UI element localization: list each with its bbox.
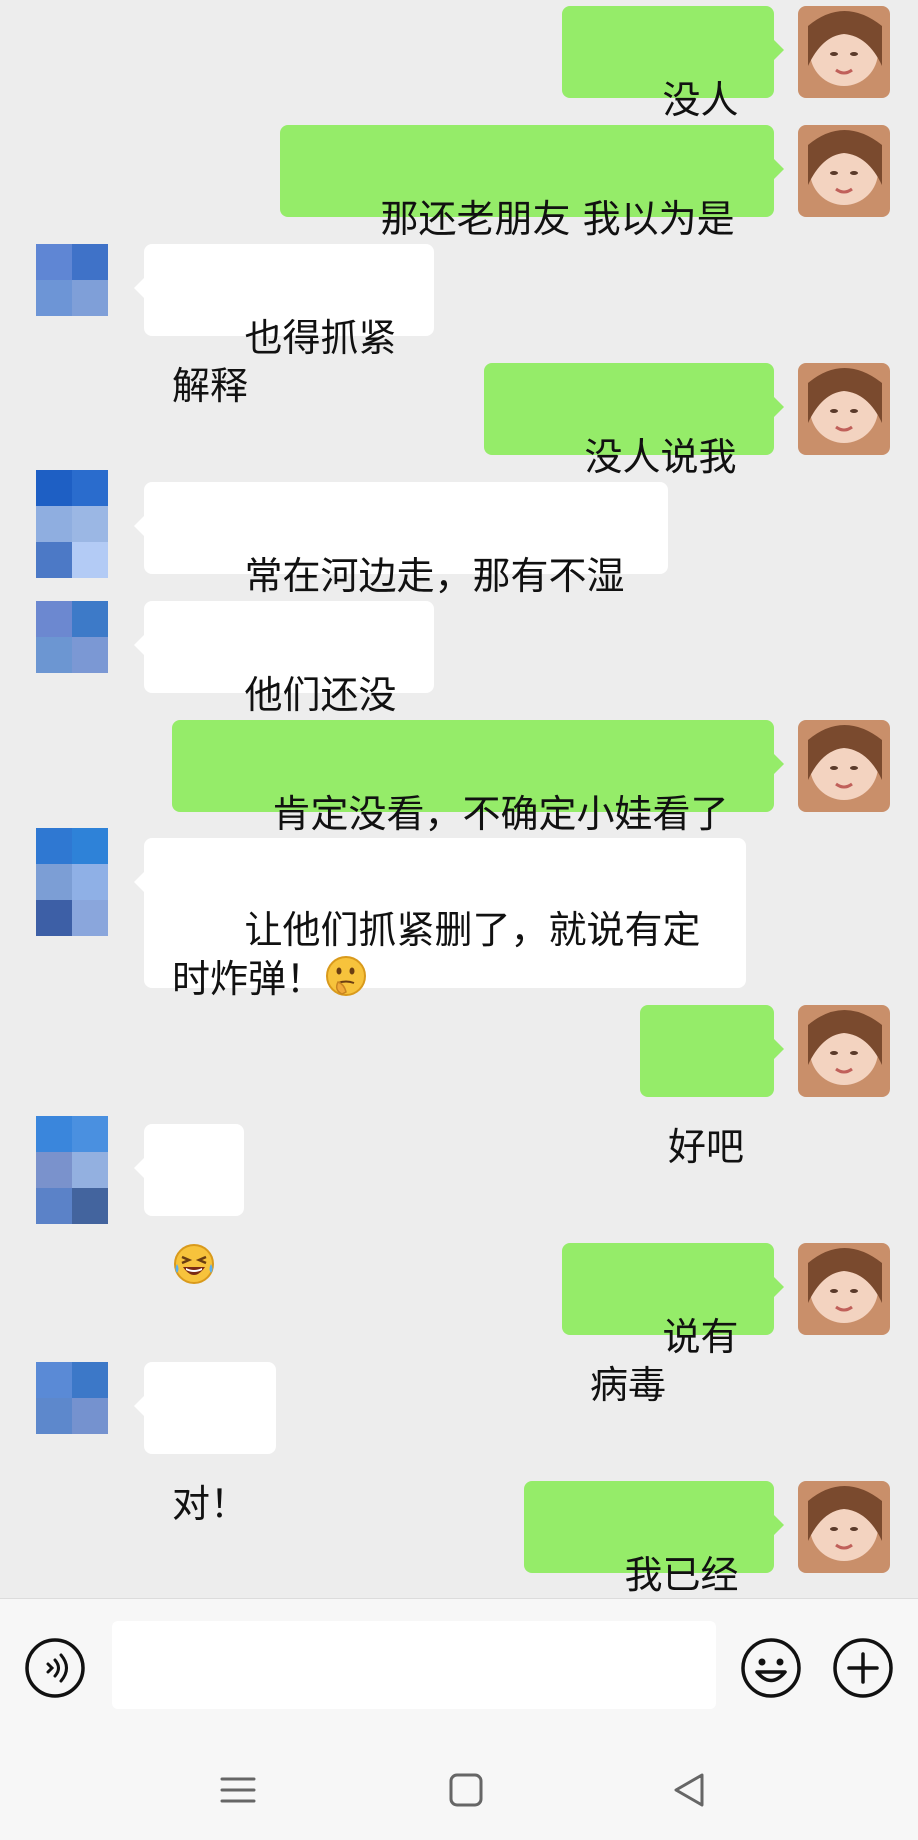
avatar[interactable] [798, 1243, 890, 1335]
message-incoming [0, 1116, 918, 1284]
avatar[interactable] [798, 125, 890, 217]
message-bubble[interactable]: 没人说我说啥 [484, 363, 784, 527]
message-bubble[interactable]: 让他们抓紧删了，就说有定时炸弹！ [134, 838, 746, 1001]
menu-icon[interactable] [214, 1766, 262, 1814]
thinking-face-icon [324, 954, 368, 1009]
avatar[interactable] [36, 244, 108, 316]
message-bubble[interactable]: 对！ [134, 1362, 276, 1526]
avatar[interactable] [36, 828, 108, 936]
message-outgoing: 说有病毒 [0, 1243, 918, 1407]
avatar[interactable] [798, 1481, 890, 1573]
message-outgoing: 好吧 [0, 1005, 918, 1169]
system-nav-bar [0, 1740, 918, 1840]
message-outgoing: 肯定没看，不确定小娃看了没有 [0, 720, 918, 884]
avatar[interactable] [36, 470, 108, 578]
message-bubble[interactable] [134, 1124, 244, 1284]
message-bubble[interactable]: 常在河边走，那有不湿鞋！ [134, 482, 668, 646]
message-incoming: 也得抓紧解释 [0, 244, 918, 408]
back-icon[interactable] [666, 1766, 714, 1814]
message-bubble[interactable]: 他们还没看！ [134, 601, 434, 765]
message-outgoing: 没人说话 [0, 6, 918, 170]
message-bubble[interactable]: 肯定没看，不确定小娃看了没有 [172, 720, 784, 884]
message-incoming: 常在河边走，那有不湿鞋！ [0, 470, 918, 646]
plus-icon[interactable] [832, 1637, 894, 1699]
message-outgoing: 那还老朋友 我以为是歌曲 [0, 125, 918, 289]
home-icon[interactable] [442, 1766, 490, 1814]
message-bubble[interactable]: 好吧 [640, 1005, 784, 1169]
message-outgoing: 没人说我说啥 [0, 363, 918, 527]
message-bubble[interactable]: 没人说话 [562, 6, 784, 170]
message-text: 让他们抓紧删了，就说有定时炸弹！ [172, 908, 701, 1001]
avatar[interactable] [36, 1362, 108, 1434]
avatar[interactable] [36, 601, 108, 673]
emoji-icon[interactable] [740, 1637, 802, 1699]
message-bubble[interactable]: 也得抓紧解释 [134, 244, 434, 408]
avatar[interactable] [36, 1116, 108, 1224]
avatar[interactable] [798, 720, 890, 812]
message-incoming: 他们还没看！ [0, 601, 918, 765]
message-outgoing: 我已经中了 [0, 1481, 918, 1645]
message-input[interactable] [112, 1621, 716, 1709]
avatar[interactable] [798, 6, 890, 98]
message-incoming: 对！ [0, 1362, 918, 1526]
chat-area[interactable]: 没人说话 那还老朋友 我以为是歌曲 也得抓紧解释 没人说我说啥 常在河边走，那有… [0, 0, 918, 1645]
avatar[interactable] [798, 363, 890, 455]
message-incoming: 让他们抓紧删了，就说有定时炸弹！ [0, 828, 918, 1001]
avatar[interactable] [798, 1005, 890, 1097]
message-bubble[interactable]: 那还老朋友 我以为是歌曲 [280, 125, 784, 289]
message-bubble[interactable]: 说有病毒 [562, 1243, 784, 1407]
voice-icon[interactable] [24, 1637, 86, 1699]
message-bubble[interactable]: 我已经中了 [524, 1481, 784, 1645]
input-bar [0, 1598, 918, 1740]
